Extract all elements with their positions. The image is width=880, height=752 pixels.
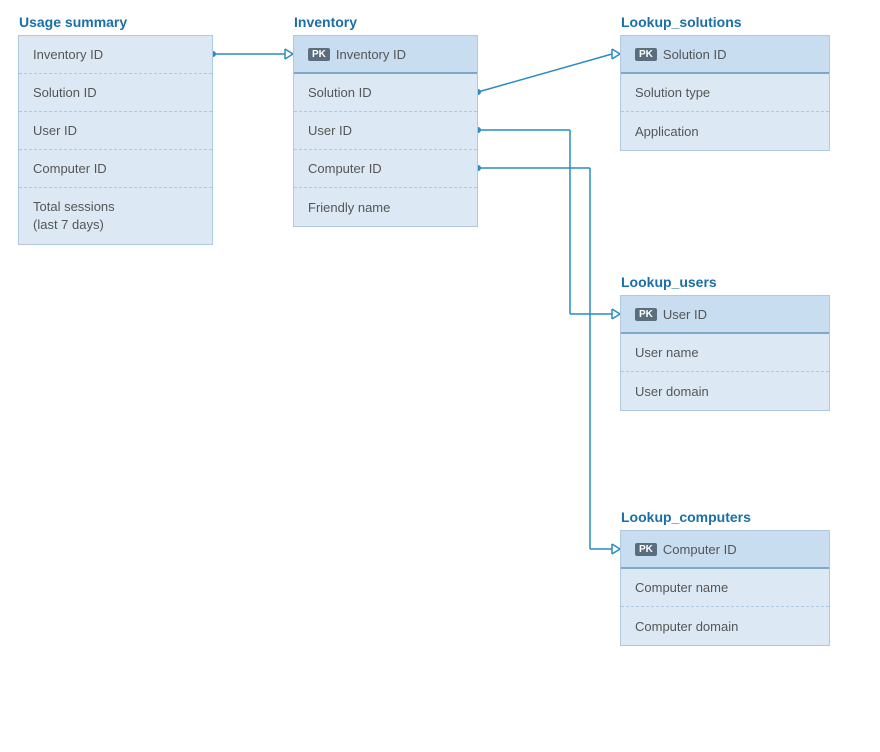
inventory-table: Inventory PK Inventory ID Solution ID Us… [293,35,478,227]
usage-summary-row-total-sessions: Total sessions(last 7 days) [19,188,212,244]
lookup-solutions-row-solution-id: PK Solution ID [621,36,829,74]
usage-summary-title: Usage summary [19,14,127,30]
inventory-title: Inventory [294,14,357,30]
inventory-row-solution-id: Solution ID [294,74,477,112]
lookup-users-table: Lookup_users PK User ID User name User d… [620,295,830,411]
inventory-row-user-id: User ID [294,112,477,150]
usage-summary-row-user-id: User ID [19,112,212,150]
usage-summary-table: Usage summary Inventory ID Solution ID U… [18,35,213,245]
pk-badge: PK [308,48,330,61]
inventory-row-friendly-name: Friendly name [294,188,477,226]
lookup-computers-row-computer-name: Computer name [621,569,829,607]
pk-badge: PK [635,543,657,556]
pk-badge: PK [635,48,657,61]
lookup-computers-row-computer-id: PK Computer ID [621,531,829,569]
inventory-row-inventory-id: PK Inventory ID [294,36,477,74]
lookup-solutions-table: Lookup_solutions PK Solution ID Solution… [620,35,830,151]
lookup-users-title: Lookup_users [621,274,717,290]
usage-summary-row-inventory-id: Inventory ID [19,36,212,74]
lookup-solutions-row-solution-type: Solution type [621,74,829,112]
lookup-users-row-user-domain: User domain [621,372,829,410]
usage-summary-row-computer-id: Computer ID [19,150,212,188]
usage-summary-row-solution-id: Solution ID [19,74,212,112]
lookup-solutions-title: Lookup_solutions [621,14,742,30]
lookup-computers-row-computer-domain: Computer domain [621,607,829,645]
lookup-computers-title: Lookup_computers [621,509,751,525]
lookup-solutions-row-application: Application [621,112,829,150]
diagram-container: Usage summary Inventory ID Solution ID U… [0,0,880,752]
lookup-users-row-user-name: User name [621,334,829,372]
inventory-row-computer-id: Computer ID [294,150,477,188]
pk-badge: PK [635,308,657,321]
lookup-computers-table: Lookup_computers PK Computer ID Computer… [620,530,830,646]
lookup-users-row-user-id: PK User ID [621,296,829,334]
